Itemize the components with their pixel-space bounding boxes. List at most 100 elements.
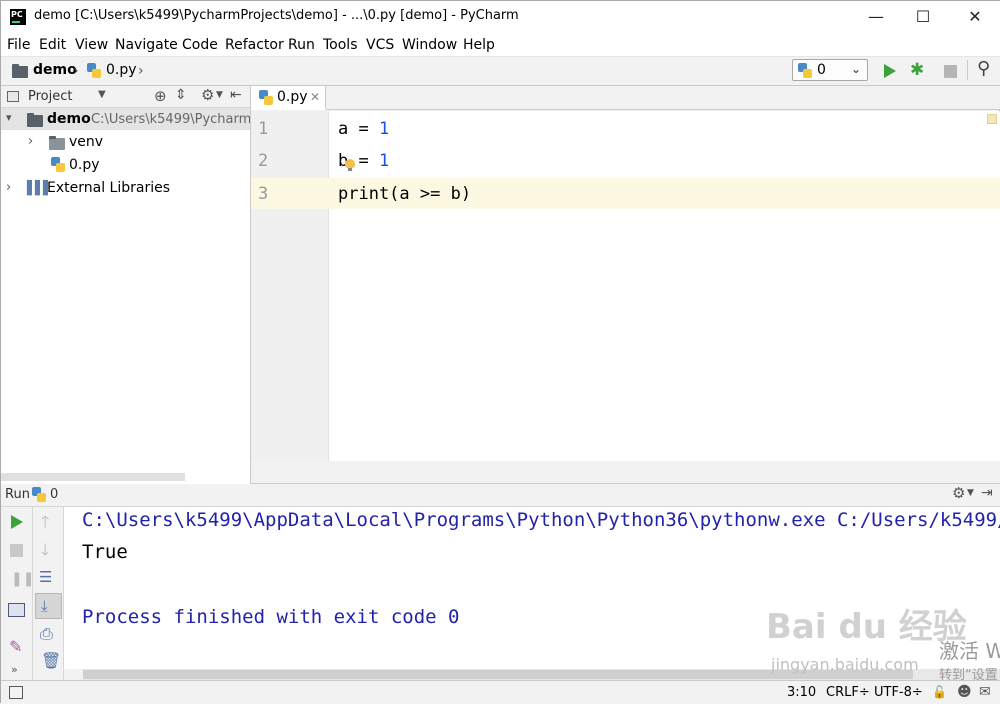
menu-tools[interactable]: Tools [323, 37, 358, 53]
pause-icon[interactable]: ❚❚ [11, 571, 34, 587]
chevron-down-icon[interactable]: ▾ [6, 111, 12, 124]
inspector-icon[interactable]: ☻ [957, 684, 972, 700]
tab-0-py[interactable]: 0.py ✕ [251, 86, 326, 110]
windows-activate-text: 激活 W [939, 639, 1000, 663]
search-icon[interactable]: ⚲ [977, 58, 990, 79]
tree-row-root[interactable]: ▾ demo C:\Users\k5499\PycharmP [1, 108, 250, 130]
editor-bottom-area [251, 461, 1000, 484]
up-arrow-icon[interactable]: 🡑 [41, 511, 49, 538]
tree-row-file[interactable]: 0.py [1, 154, 250, 176]
navigation-bar: demo › 0.py › 0 ⌄ ✱ ⚲ [1, 57, 1000, 86]
folder-icon [12, 64, 28, 78]
tree-item-label: venv [69, 134, 104, 150]
menu-code[interactable]: Code [182, 37, 218, 53]
run-icon[interactable] [884, 64, 896, 78]
close-tab-icon[interactable]: ✕ [310, 90, 320, 104]
menu-run[interactable]: Run [288, 37, 315, 53]
console-exit-line: Process finished with exit code 0 [82, 606, 460, 628]
stop-icon[interactable] [10, 544, 23, 557]
project-horizontal-scrollbar[interactable] [1, 473, 185, 481]
project-view-label[interactable]: Project [28, 89, 72, 104]
run-toolbar-primary: ❚❚ ✎ » [1, 507, 34, 680]
more-tools-button[interactable]: » [11, 663, 18, 676]
code-line[interactable]: print(a >= b) [338, 184, 471, 204]
pin-icon[interactable]: ✎ [9, 637, 22, 656]
chevron-right-icon: › [138, 63, 144, 79]
collapse-all-icon[interactable]: ⇕ [175, 87, 187, 103]
locate-target-icon[interactable]: ⊕ [154, 87, 167, 105]
soft-wrap-icon[interactable]: ☰ [39, 568, 52, 586]
intention-bulb-icon[interactable] [345, 159, 355, 171]
menu-navigate[interactable]: Navigate [115, 37, 178, 53]
rerun-icon[interactable] [11, 515, 23, 529]
gear-icon[interactable]: ⚙ [201, 86, 214, 104]
project-panel: Project ▼ ⊕ ⇕ ⚙ ▼ ⇤ ▾ demo C:\Users\k549… [1, 86, 251, 484]
breadcrumb-demo[interactable]: demo [33, 62, 77, 78]
baidu-watermark-url: jingyan.baidu.com [771, 655, 919, 674]
menu-file[interactable]: File [7, 37, 30, 53]
run-panel-title: Run [5, 487, 30, 502]
minimize-button[interactable]: — [853, 1, 899, 33]
line-number: 1 [258, 119, 269, 139]
python-file-icon [51, 157, 65, 173]
menu-help[interactable]: Help [463, 37, 495, 53]
menu-vcs[interactable]: VCS [366, 37, 394, 53]
python-file-icon [798, 63, 812, 79]
project-panel-header: Project ▼ ⊕ ⇕ ⚙ ▼ ⇤ [1, 86, 250, 108]
chevron-down-icon[interactable]: ▼ [98, 89, 106, 100]
caret-position[interactable]: 3:10 [787, 685, 816, 700]
maximize-button[interactable]: ☐ [900, 1, 946, 33]
menu-view[interactable]: View [75, 37, 108, 53]
debug-bug-icon[interactable]: ✱ [910, 60, 924, 80]
code-line[interactable]: a = 1 [338, 119, 389, 139]
line-separator[interactable]: CRLF÷ [826, 685, 870, 700]
scroll-to-end-toggle[interactable] [35, 593, 62, 619]
line-number: 2 [258, 151, 269, 171]
tree-item-label: External Libraries [47, 180, 170, 196]
code-number: 1 [378, 119, 390, 139]
menu-window[interactable]: Window [402, 37, 457, 53]
hide-panel-icon[interactable]: ⇤ [230, 87, 242, 103]
chevron-down-icon: ⌄ [851, 62, 862, 76]
menu-edit[interactable]: Edit [39, 37, 66, 53]
python-file-icon [32, 487, 46, 503]
window-title: demo [C:\Users\k5499\PycharmProjects\dem… [34, 8, 519, 23]
tree-item-label: 0.py [69, 157, 100, 173]
tool-windows-icon[interactable] [9, 686, 23, 699]
status-bar: 3:10 CRLF÷ UTF-8÷ 🔓 ☻ ✉ [1, 680, 1000, 704]
trash-icon[interactable]: 🗑 [41, 651, 61, 670]
title-bar: PC demo [C:\Users\k5499\PycharmProjects\… [1, 1, 1000, 33]
pycharm-window: PC demo [C:\Users\k5499\PycharmProjects\… [0, 0, 1000, 704]
gear-icon[interactable]: ⚙ [952, 484, 965, 502]
down-arrow-icon[interactable]: 🡓 [41, 539, 49, 566]
chevron-right-icon[interactable]: › [28, 134, 33, 149]
tree-row-venv[interactable]: › venv [1, 131, 250, 153]
stop-icon[interactable] [944, 65, 957, 78]
print-icon[interactable]: ⎙ [40, 624, 53, 644]
menu-refactor[interactable]: Refactor [225, 37, 284, 53]
chevron-right-icon[interactable]: › [6, 180, 11, 195]
code-text: a = [338, 119, 379, 139]
tree-row-external-libraries[interactable]: › ▌▌▌ External Libraries [1, 177, 250, 199]
chevron-down-icon[interactable]: ▼ [216, 90, 223, 100]
toolbar-separator [967, 60, 968, 80]
breadcrumb-file[interactable]: 0.py [106, 62, 137, 78]
run-config-name[interactable]: 0 [50, 487, 58, 502]
inspection-indicator-icon[interactable] [987, 114, 997, 124]
chevron-down-icon[interactable]: ▼ [967, 488, 974, 498]
tab-label: 0.py [277, 89, 308, 105]
console-output-line: True [82, 541, 128, 563]
project-view-icon [7, 91, 19, 102]
code-editor[interactable] [329, 111, 1000, 461]
run-config-select[interactable]: 0 ⌄ [792, 59, 868, 81]
lock-icon[interactable]: 🔓 [932, 685, 947, 699]
event-log-icon[interactable]: ✉ [979, 684, 991, 700]
python-file-icon [259, 90, 273, 106]
baidu-watermark-logo: Bai du 经验 [766, 607, 967, 647]
layout-icon[interactable] [8, 603, 25, 617]
hide-panel-icon[interactable]: ⇥ [981, 485, 993, 501]
code-number: 1 [378, 151, 390, 171]
close-button[interactable]: ✕ [952, 1, 998, 33]
code-text: print(a >= b) [338, 184, 472, 204]
file-encoding[interactable]: UTF-8÷ [874, 685, 923, 700]
